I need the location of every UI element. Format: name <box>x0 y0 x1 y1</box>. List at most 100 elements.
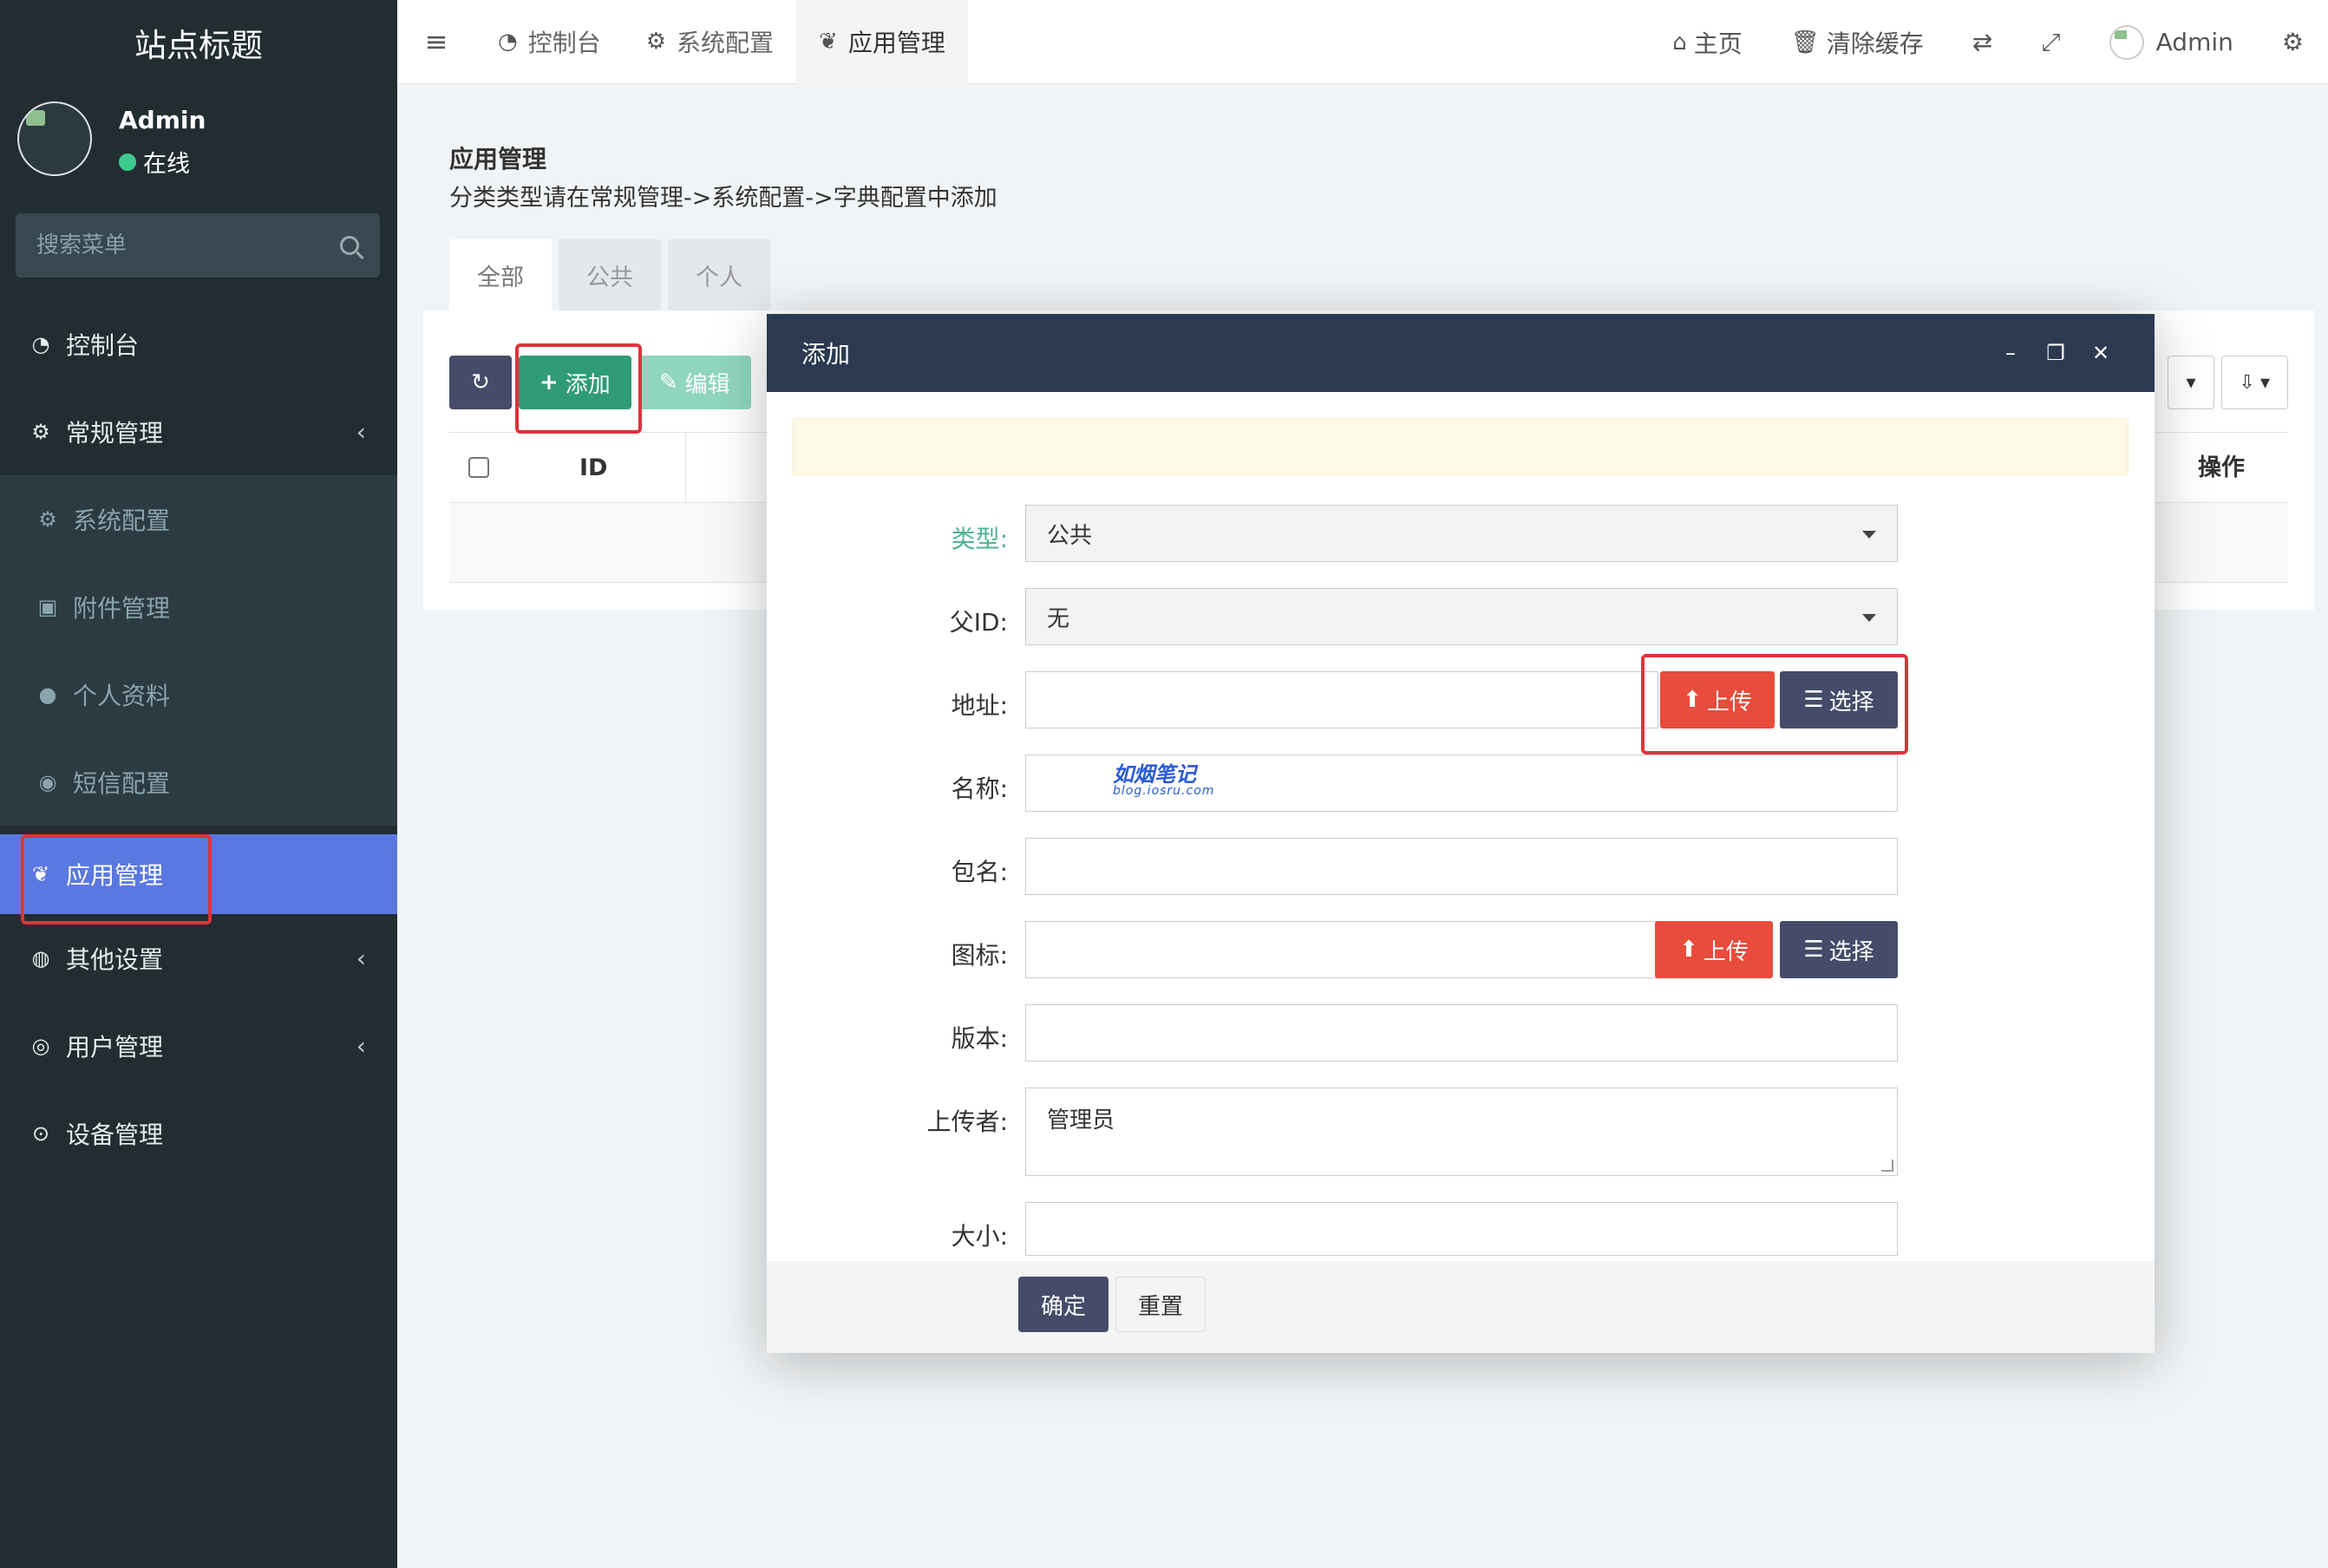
package-input[interactable] <box>1025 838 1898 895</box>
icon-upload-button[interactable]: ⬆ 上传 <box>1655 921 1773 978</box>
size-label: 大小: <box>951 1222 1008 1251</box>
sidebar-item-user-management[interactable]: ◎ 用户管理 ‹ <box>0 1002 397 1089</box>
sidebar-item-other-settings[interactable]: ◍ 其他设置 ‹ <box>0 914 397 1002</box>
package-label: 包名: <box>951 858 1008 886</box>
minimize-icon[interactable]: – <box>1988 341 2033 365</box>
gear-icon: ⚙ <box>38 506 57 532</box>
uploader-textarea[interactable]: 管理员 <box>1025 1088 1898 1176</box>
add-dialog: 添加 – ❐ ✕ 类型: 公共 父ID: 无 地址: ⬆ 上传 ☰ 选择 名称:… <box>767 314 2155 1353</box>
image-file-icon: ▣ <box>37 594 58 619</box>
icon-input[interactable] <box>1025 921 1657 978</box>
dialog-header[interactable]: 添加 – ❐ ✕ <box>767 314 2155 392</box>
refresh-button[interactable]: ↻ <box>449 356 512 409</box>
user-status: 在线 <box>119 145 190 179</box>
menu-search-input[interactable] <box>36 232 340 258</box>
column-header-id[interactable]: ID <box>579 433 687 504</box>
version-input[interactable] <box>1025 1004 1898 1062</box>
uploader-label: 上传者: <box>926 1107 1008 1136</box>
sidebar-item-profile[interactable]: ● 个人资料 <box>0 650 397 738</box>
notice-bar <box>793 418 2129 475</box>
tab-app-management[interactable]: ❦ 应用管理 <box>796 0 968 84</box>
sidebar-item-label: 设备管理 <box>66 1120 164 1149</box>
list-icon: ☰ <box>1803 937 1824 963</box>
sidebar-item-label: 用户管理 <box>66 1032 164 1062</box>
address-upload-button[interactable]: ⬆ 上传 <box>1660 671 1775 728</box>
list-icon: ☰ <box>1803 687 1824 713</box>
settings-cogs-icon[interactable]: ⚙ <box>2258 28 2328 56</box>
dialog-title: 添加 <box>801 340 851 369</box>
sidebar-item-device-management[interactable]: ⊙ 设备管理 <box>0 1089 397 1177</box>
sidebar-item-label: 控制台 <box>66 330 140 360</box>
reset-button[interactable]: 重置 <box>1115 1277 1206 1332</box>
navbar-right: ⌂ 主页 🗑 清除缓存 ⇄ ⤢ Admin ⚙ <box>1648 0 2328 84</box>
chevron-left-icon: ‹ <box>356 417 366 446</box>
parent-id-select[interactable]: 无 <box>1025 588 1898 645</box>
user-panel: Admin 在线 <box>0 84 397 180</box>
select-all-checkbox[interactable] <box>468 457 489 478</box>
watermark-text: 如烟笔记 <box>1113 762 1196 787</box>
maximize-icon[interactable]: ❐ <box>2033 341 2078 365</box>
category-tabs: 全部 公共 个人 <box>449 239 777 310</box>
uploader-value: 管理员 <box>1047 1107 1115 1134</box>
menu-search-box <box>16 213 380 278</box>
sidebar-item-system-config[interactable]: ⚙ 系统配置 <box>0 475 397 563</box>
clear-cache-button[interactable]: 🗑 清除缓存 <box>1767 25 1948 60</box>
cogs-icon: ⚙ <box>31 419 50 444</box>
translate-icon[interactable]: ⇄ <box>1948 28 2017 56</box>
address-input[interactable] <box>1025 671 1658 728</box>
add-button[interactable]: + 添加 <box>519 356 631 409</box>
search-icon[interactable] <box>340 236 359 255</box>
edit-button[interactable]: ✎ 编辑 <box>638 356 751 409</box>
sidebar-menu: ◔ 控制台 ⚙ 常规管理 ‹ ⚙ 系统配置 ▣ 附件管理 ● 个人资料 ◉ 短信… <box>0 300 397 1177</box>
parent-id-selected-value: 无 <box>1047 605 1070 632</box>
fullscreen-icon[interactable]: ⤢ <box>2017 28 2084 57</box>
add-label: 添加 <box>565 371 611 398</box>
resize-handle-icon[interactable] <box>1881 1160 1893 1172</box>
caret-down-icon <box>1862 614 1876 622</box>
dashboard-icon: ◔ <box>498 29 518 55</box>
tab-system-config[interactable]: ⚙ 系统配置 <box>624 0 796 84</box>
chevron-left-icon: ‹ <box>356 944 366 972</box>
size-input[interactable] <box>1025 1202 1898 1256</box>
hamburger-menu-icon[interactable]: ≡ <box>397 0 475 84</box>
sidebar-item-label: 个人资料 <box>73 681 171 710</box>
comments-icon: ◉ <box>38 769 57 794</box>
close-icon[interactable]: ✕ <box>2078 341 2123 365</box>
icon-choose-button[interactable]: ☰ 选择 <box>1780 921 1898 978</box>
sidebar-item-general[interactable]: ⚙ 常规管理 ‹ <box>0 388 397 475</box>
users-icon: ◍ <box>31 945 50 970</box>
sidebar-item-label: 短信配置 <box>73 768 171 798</box>
sidebar-item-app-management[interactable]: ❦ 应用管理 <box>0 834 397 914</box>
site-logo[interactable]: 站点标题 <box>0 0 397 84</box>
sidebar-item-label: 其他设置 <box>66 944 164 974</box>
tab-public[interactable]: 公共 <box>559 239 661 310</box>
choose-label: 选择 <box>1828 938 1874 965</box>
admin-user-menu[interactable]: Admin <box>2085 24 2258 60</box>
columns-dropdown-button[interactable]: ▾ <box>2168 356 2214 409</box>
sidebar-item-dashboard[interactable]: ◔ 控制台 <box>0 300 397 388</box>
user-circle-icon: ◎ <box>31 1033 50 1058</box>
sidebar: 站点标题 Admin 在线 ◔ 控制台 ⚙ 常规管理 ‹ ⚙ 系统配置 ▣ <box>0 0 397 1568</box>
sidebar-item-sms-config[interactable]: ◉ 短信配置 <box>0 738 397 826</box>
caret-down-icon: ▾ <box>2186 371 2196 394</box>
name-input[interactable]: 如烟笔记 blog.iosru.com <box>1025 755 1898 812</box>
trash-icon: 🗑 <box>1790 29 1820 56</box>
home-link[interactable]: ⌂ 主页 <box>1648 25 1767 60</box>
name-label: 名称: <box>951 774 1008 803</box>
tab-all[interactable]: 全部 <box>449 239 552 310</box>
sidebar-submenu-general: ⚙ 系统配置 ▣ 附件管理 ● 个人资料 ◉ 短信配置 <box>0 475 397 826</box>
user-avatar <box>17 101 92 176</box>
tab-personal[interactable]: 个人 <box>668 239 770 310</box>
plus-icon: + <box>539 369 559 395</box>
sidebar-item-attachments[interactable]: ▣ 附件管理 <box>0 563 397 650</box>
type-select[interactable]: 公共 <box>1025 505 1898 562</box>
confirm-button[interactable]: 确定 <box>1018 1277 1108 1332</box>
address-choose-button[interactable]: ☰ 选择 <box>1780 671 1898 728</box>
export-dropdown-button[interactable]: ⇩ ▾ <box>2220 356 2288 409</box>
clear-cache-label: 清除缓存 <box>1826 29 1924 58</box>
icon-label: 图标: <box>951 941 1008 970</box>
parent-id-label: 父ID: <box>949 608 1008 637</box>
tab-dashboard[interactable]: ◔ 控制台 <box>475 0 624 84</box>
version-label: 版本: <box>951 1024 1008 1053</box>
caret-down-icon <box>1862 531 1876 539</box>
